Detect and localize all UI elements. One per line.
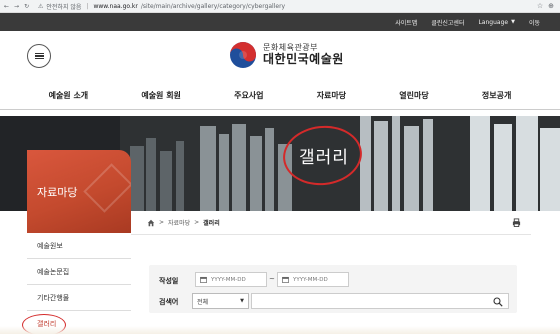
site-header: 문화체육관광부 대한민국예술원 — [0, 31, 560, 81]
extension-icon[interactable]: ⊕ — [548, 2, 554, 10]
url-field[interactable]: ⚠ 안전하지 않음 | www.naa.go.kr/site/main/arch… — [38, 2, 285, 11]
nav-item-about[interactable]: 예술원 소개 — [49, 90, 89, 101]
nav-item-archive[interactable]: 자료마당 — [317, 90, 346, 101]
bookmark-icon[interactable]: ☆ — [537, 2, 543, 10]
date-to-input[interactable]: YYYY-MM-DD — [277, 272, 349, 287]
nav-item-members[interactable]: 예술원 회원 — [141, 90, 181, 101]
warning-icon: ⚠ — [38, 2, 44, 10]
util-clean-report-link[interactable]: 클린신고센터 — [431, 18, 464, 27]
sidebar-title: 자료마당 — [37, 186, 78, 199]
breadcrumb-separator: > — [194, 219, 200, 226]
language-select[interactable]: Language ▼ — [478, 19, 514, 26]
browser-nav: ← → ↻ — [0, 3, 38, 10]
logo-text: 문화체육관광부 대한민국예술원 — [263, 43, 344, 66]
util-sitemap-link[interactable]: 사이트맵 — [395, 18, 417, 27]
breadcrumb-archive[interactable]: 자료마당 — [168, 218, 190, 227]
sidebar-item-other-publications[interactable]: 기타간행물 — [27, 285, 131, 311]
url-path: /site/main/archive/gallery/category/cybe… — [140, 2, 286, 10]
site-logo[interactable]: 문화체육관광부 대한민국예술원 — [229, 41, 344, 69]
date-label: 작성일 — [159, 277, 179, 285]
chevron-down-icon: ▼ — [240, 298, 244, 304]
breadcrumb-separator: > — [159, 219, 165, 226]
browser-actions: ☆ ⊕ — [537, 2, 560, 10]
nav-item-projects[interactable]: 주요사업 — [234, 90, 263, 101]
hamburger-menu-button[interactable] — [27, 44, 51, 68]
date-to-placeholder: YYYY-MM-DD — [293, 276, 328, 283]
utility-bar: 사이트맵 클린신고센터 Language ▼ 이동 — [0, 13, 560, 31]
hamburger-icon — [34, 52, 44, 60]
breadcrumb-current: 갤러리 — [203, 220, 220, 227]
breadcrumb: > 자료마당 > 갤러리 — [131, 211, 531, 235]
back-icon[interactable]: ← — [4, 3, 9, 10]
calendar-icon — [282, 276, 289, 283]
taeguk-emblem-icon — [230, 42, 256, 68]
keyword-input[interactable] — [251, 293, 509, 309]
forward-icon[interactable]: → — [14, 3, 19, 10]
security-label: 안전하지 않음 — [46, 3, 82, 11]
logo-title: 대한민국예술원 — [263, 51, 344, 66]
browser-address-bar: ← → ↻ ⚠ 안전하지 않음 | www.naa.go.kr/site/mai… — [0, 0, 560, 13]
util-go-button[interactable]: 이동 — [529, 18, 540, 27]
url-separator: | — [86, 2, 89, 10]
main-navigation: 예술원 소개 예술원 회원 주요사업 자료마당 열린마당 정보공개 — [0, 81, 560, 110]
keyword-label: 검색어 — [159, 298, 179, 306]
sidebar-item-bulletin[interactable]: 예술원보 — [27, 233, 131, 259]
sidebar-header: 자료마당 — [27, 150, 131, 233]
bottom-fade — [0, 326, 560, 334]
date-range-tilde: ~ — [269, 275, 275, 283]
sidebar-decoration — [83, 163, 131, 213]
print-icon[interactable] — [512, 218, 521, 227]
select-value: 전체 — [197, 298, 209, 306]
home-icon[interactable] — [147, 219, 155, 227]
search-icon[interactable] — [493, 297, 503, 307]
search-panel: 작성일 YYYY-MM-DD ~ YYYY-MM-DD 검색어 전체 ▼ — [149, 265, 517, 313]
language-label: Language — [478, 18, 509, 26]
date-from-placeholder: YYYY-MM-DD — [211, 276, 246, 283]
search-scope-select[interactable]: 전체 ▼ — [192, 293, 249, 309]
url-host: www.naa.go.kr — [93, 2, 138, 10]
date-from-input[interactable]: YYYY-MM-DD — [195, 272, 267, 287]
nav-item-open-forum[interactable]: 열린마당 — [399, 90, 428, 101]
sidebar-item-journal[interactable]: 예술논문집 — [27, 259, 131, 285]
reload-icon[interactable]: ↻ — [24, 3, 29, 10]
caret-down-icon: ▼ — [511, 19, 515, 25]
nav-item-disclosure[interactable]: 정보공개 — [482, 90, 511, 101]
calendar-icon — [200, 276, 207, 283]
